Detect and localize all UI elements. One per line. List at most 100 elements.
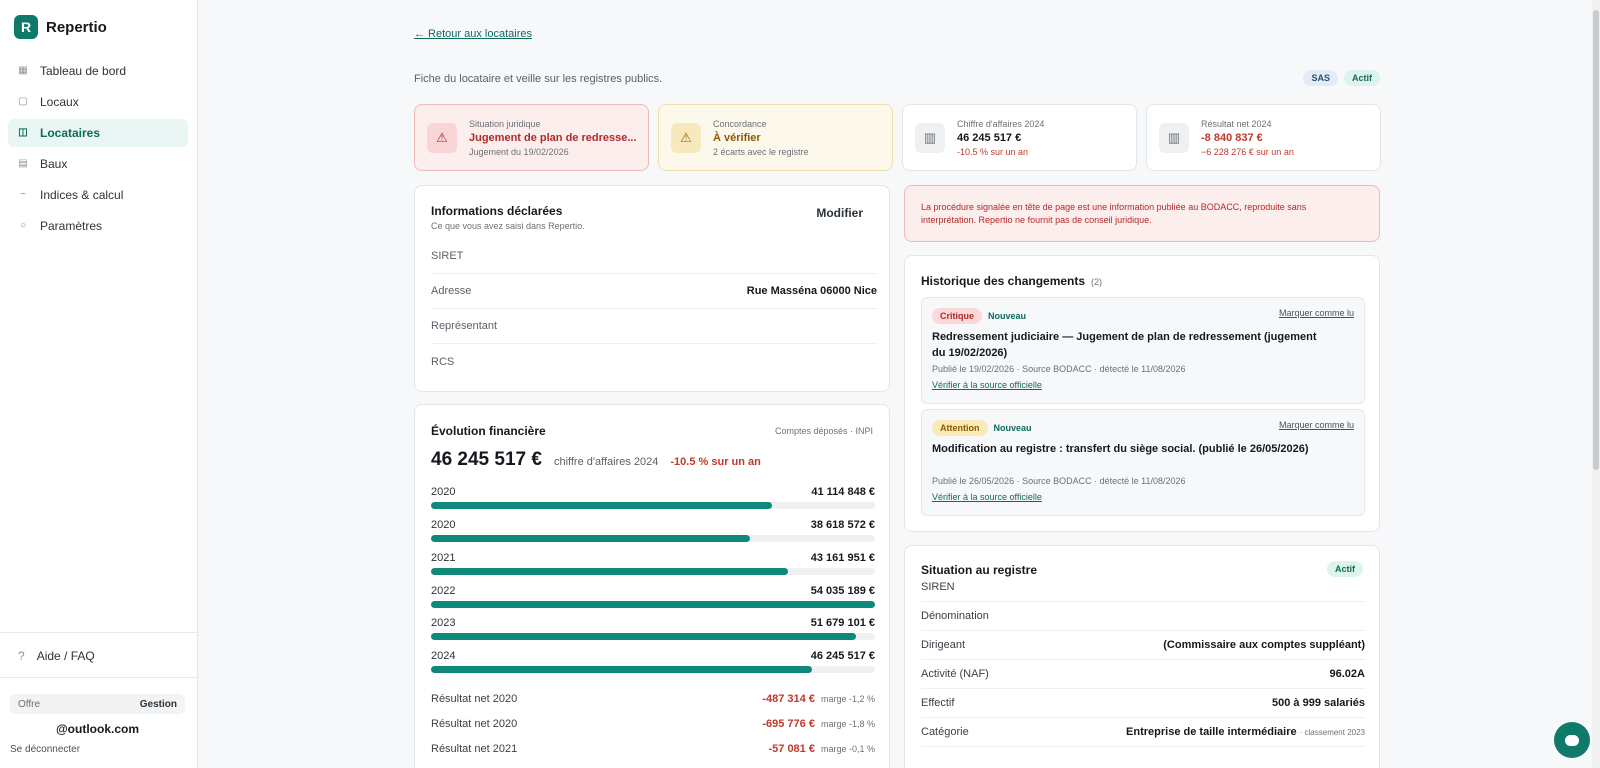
mark-read-link[interactable]: Marquer comme lu — [1279, 308, 1354, 318]
plan-label: Offre — [18, 698, 41, 710]
info-row-siret: SIRET — [431, 239, 877, 274]
change-history-card: Historique des changements (2) Critique N… — [904, 255, 1380, 532]
financial-evolution-card: Évolution financière Comptes déposés · I… — [414, 404, 890, 768]
sidebar-item-premises[interactable]: ▢ Locaux — [8, 88, 188, 116]
kpi-sub: Jugement du 19/02/2026 — [469, 146, 569, 157]
registry-label: Effectif — [921, 697, 955, 709]
sidebar-item-leases[interactable]: ▤ Baux — [8, 150, 188, 178]
info-label: Représentant — [431, 320, 498, 332]
brand-logo: R — [14, 15, 38, 39]
kpi-net-result: ▥ Résultat net 2024 -8 840 837 € −6 228 … — [1146, 104, 1381, 171]
columns-icon: ◫ — [18, 127, 28, 138]
bar-year: 2020 — [431, 486, 456, 498]
declared-info-card: Informations déclarées Ce que vous avez … — [414, 185, 890, 392]
kpi-value: -8 840 837 € — [1201, 131, 1263, 144]
verify-source-link[interactable]: Vérifier à la source officielle — [932, 380, 1042, 390]
page-subtitle: Fiche du locataire et veille sur les reg… — [414, 73, 663, 85]
kpi-concordance: ⚠ Concordance À vérifier 2 écarts avec l… — [658, 104, 893, 171]
card-title: Évolution financière — [431, 424, 546, 438]
bar-track — [431, 568, 875, 575]
sidebar-item-help[interactable]: ? Aide / FAQ — [18, 649, 95, 663]
kpi-revenue: ▥ Chiffre d'affaires 2024 46 245 517 € -… — [902, 104, 1137, 171]
kpi-label: Situation juridique — [469, 118, 541, 129]
sidebar-item-tenants[interactable]: ◫ Locataires — [8, 119, 188, 147]
severity-badge: Attention — [932, 420, 988, 436]
bar-track — [431, 666, 875, 673]
info-row-representative: Représentant — [431, 309, 877, 344]
brand[interactable]: R Repertio — [14, 15, 107, 39]
warning-triangle-icon: ⚠ — [671, 122, 701, 153]
modify-button[interactable]: Modifier — [816, 206, 863, 220]
account-email: @outlook.com — [55, 722, 140, 736]
revenue-bar-row: 2020 41 114 848 € — [431, 486, 875, 509]
bar-track — [431, 535, 875, 542]
sidebar-item-label: Locaux — [40, 95, 79, 109]
info-row-rcs: RCS — [431, 344, 877, 379]
registry-row-headcount: Effectif 500 à 999 salariés — [921, 689, 1365, 718]
revenue-bar-row: 2022 54 035 189 € — [431, 585, 875, 608]
warning-triangle-icon: ⚠ — [427, 122, 457, 153]
new-badge: Nouveau — [993, 423, 1032, 433]
history-title: Historique des changements — [921, 274, 1086, 288]
net-value: -57 081 € — [768, 743, 815, 755]
bar-chart-icon: ▥ — [1159, 122, 1189, 153]
info-value: Rue Masséna 06000 Nice — [746, 285, 877, 297]
net-margin: marge -1,2 % — [820, 694, 875, 704]
info-row-address: Adresse Rue Masséna 06000 Nice — [431, 274, 877, 309]
card-title: Informations déclarées — [431, 204, 563, 218]
kpi-label: Chiffre d'affaires 2024 — [957, 118, 1045, 129]
registry-row-category: Catégorie Entreprise de taille intermédi… — [921, 718, 1365, 747]
registry-value: (Commissaire aux comptes suppléant) — [1163, 639, 1365, 651]
registry-row-activity: Activité (NAF) 96.02A — [921, 660, 1365, 689]
net-label: Résultat net 2020 — [431, 693, 518, 705]
bar-year: 2021 — [431, 552, 456, 564]
scroll-thumb[interactable] — [1593, 10, 1599, 470]
kpi-sub: -10.5 % sur un an — [957, 146, 1029, 157]
net-value: -487 314 € — [762, 693, 815, 705]
scrollbar[interactable] — [1592, 0, 1600, 768]
mark-read-link[interactable]: Marquer comme lu — [1279, 420, 1354, 430]
sidebar-item-label: Indices & calcul — [40, 188, 124, 202]
sidebar: R Repertio ▦ Tableau de bord ▢ Locaux ◫ … — [0, 0, 198, 768]
revenue-bar-row: 2024 46 245 517 € — [431, 650, 875, 673]
sidebar-item-label: Tableau de bord — [40, 64, 127, 78]
square-icon: ▢ — [18, 96, 28, 107]
registry-value: 500 à 999 salariés — [1272, 697, 1365, 709]
back-link[interactable]: ← Retour aux locataires — [414, 28, 532, 40]
chat-button[interactable] — [1554, 722, 1590, 758]
card-title: Historique des changements (2) — [921, 274, 1102, 288]
registry-row-director: Dirigeant (Commissaire aux comptes suppl… — [921, 631, 1365, 660]
net-result-row: Résultat net 2020 -487 314 € marge -1,2 % — [431, 693, 875, 705]
sidebar-item-label: Paramètres — [40, 219, 103, 233]
divider — [0, 632, 198, 633]
sidebar-item-label: Baux — [40, 157, 68, 171]
bar-fill — [431, 666, 812, 673]
revenue-delta: -10.5 % sur un an — [670, 456, 761, 468]
logout-link[interactable]: Se déconnecter — [10, 744, 80, 755]
net-result-row: Résultat net 2020 -695 776 € marge -1,8 % — [431, 718, 875, 730]
bar-track — [431, 601, 875, 608]
list-icon: ▤ — [18, 158, 28, 169]
sidebar-nav: ▦ Tableau de bord ▢ Locaux ◫ Locataires … — [8, 57, 188, 243]
registry-row-name: Dénomination — [921, 602, 1365, 631]
bar-fill — [431, 633, 856, 640]
history-meta: Publié le 26/05/2026 · Source BODACC · d… — [932, 476, 1186, 486]
net-result-row: Résultat net 2021 -57 081 € marge -0,1 % — [431, 743, 875, 755]
divider — [0, 677, 198, 678]
history-meta: Publié le 19/02/2026 · Source BODACC · d… — [932, 364, 1186, 374]
history-title: Modification au registre : transfert du … — [932, 443, 1309, 455]
revenue-summary: 46 245 517 € chiffre d'affaires 2024 -10… — [431, 449, 761, 471]
net-label: Résultat net 2021 — [431, 743, 518, 755]
sidebar-item-indices[interactable]: ~ Indices & calcul — [8, 181, 188, 209]
bar-year: 2023 — [431, 617, 456, 629]
category-value: Entreprise de taille intermédiaire — [1126, 726, 1297, 738]
kpi-sub: −6 228 276 € sur un an — [1201, 146, 1294, 157]
kpi-value: 46 245 517 € — [957, 131, 1022, 144]
sidebar-item-dashboard[interactable]: ▦ Tableau de bord — [8, 57, 188, 85]
sidebar-item-settings[interactable]: ○ Paramètres — [8, 212, 188, 240]
verify-source-link[interactable]: Vérifier à la source officielle — [932, 492, 1042, 502]
net-value: -695 776 € — [762, 718, 815, 730]
info-label: SIRET — [431, 250, 464, 262]
bar-track — [431, 502, 875, 509]
help-icon: ? — [18, 649, 25, 663]
